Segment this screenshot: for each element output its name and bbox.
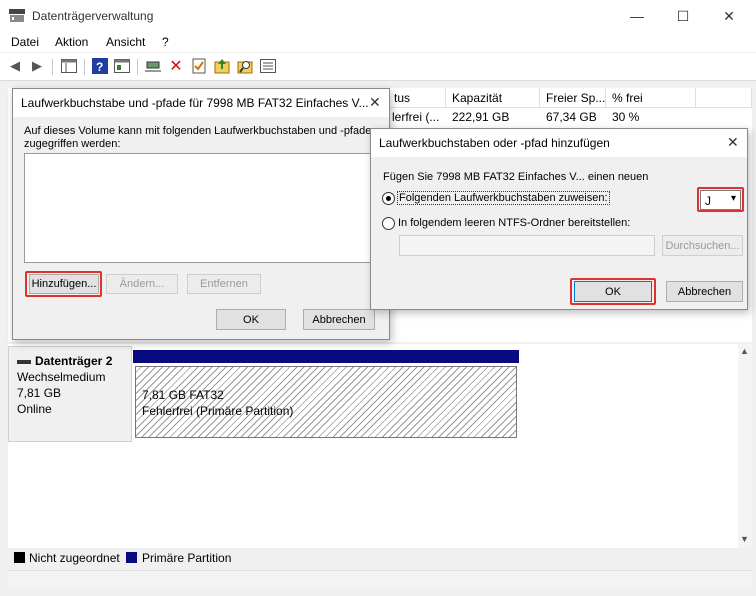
assign-letter-radio[interactable] xyxy=(382,192,395,205)
legend: Nicht zugeordnet Primäre Partition xyxy=(8,548,752,568)
maximize-button[interactable]: ☐ xyxy=(660,0,706,32)
dialog2-cancel-button[interactable]: Abbrechen xyxy=(666,281,743,302)
browse-button[interactable]: Durchsuchen... xyxy=(662,235,743,256)
cell-free-space[interactable]: 67,34 GB xyxy=(546,110,597,124)
properties-icon[interactable] xyxy=(113,57,131,75)
menu-view[interactable]: Ansicht xyxy=(106,35,145,49)
legend-primary: Primäre Partition xyxy=(142,551,232,565)
dialog2-intro: Fügen Sie 7998 MB FAT32 Einfaches V... e… xyxy=(383,171,649,183)
legend-swatch-unallocated xyxy=(14,552,25,563)
dialog1-title: Laufwerkbuchstabe und -pfade für 7998 MB… xyxy=(13,89,389,117)
dialog1-description-line1: Auf dieses Volume kann mit folgenden Lau… xyxy=(24,125,378,137)
forward-icon[interactable]: ▶ xyxy=(28,57,46,75)
change-button[interactable]: Ändern... xyxy=(106,274,178,294)
delete-icon[interactable]: ✕ xyxy=(167,57,185,75)
drive-letter-highlight xyxy=(697,187,744,212)
drive-letter-list[interactable] xyxy=(24,153,378,263)
vertical-scrollbar[interactable]: ▲ ▼ xyxy=(738,344,752,548)
partition-header-bar xyxy=(133,350,519,363)
dialog1-cancel-button[interactable]: Abbrechen xyxy=(303,309,375,330)
scroll-down-icon[interactable]: ▼ xyxy=(740,534,749,544)
ntfs-folder-label[interactable]: In folgendem leeren NTFS-Ordner bereitst… xyxy=(398,217,630,229)
ntfs-folder-path-input[interactable] xyxy=(399,235,655,256)
add-button-highlight xyxy=(25,271,102,297)
menu-file[interactable]: Datei xyxy=(11,35,39,49)
cell-percent-free[interactable]: 30 % xyxy=(612,110,639,124)
disk-marker-icon xyxy=(17,359,31,364)
column-empty xyxy=(696,88,752,108)
dialog1-close-icon[interactable]: ✕ xyxy=(369,94,381,111)
add-drive-letter-dialog: Laufwerkbuchstaben oder -pfad hinzufügen… xyxy=(370,128,748,310)
partition-block[interactable]: 7,81 GB FAT32 Fehlerfrei (Primäre Partit… xyxy=(135,366,517,438)
svg-text:?: ? xyxy=(96,60,103,74)
cell-status[interactable]: lerfrei (... xyxy=(392,110,439,124)
toolbar-separator xyxy=(137,59,138,75)
horizontal-scrollbar[interactable] xyxy=(8,570,752,588)
toolbar-separator xyxy=(52,59,53,75)
ok-button-highlight xyxy=(570,278,656,305)
dialog1-ok-button[interactable]: OK xyxy=(216,309,286,330)
column-status[interactable]: tus xyxy=(388,88,446,108)
column-capacity[interactable]: Kapazität xyxy=(446,88,540,108)
settings-list-icon[interactable] xyxy=(259,57,277,75)
legend-swatch-primary xyxy=(126,552,137,563)
dialog1-description: Auf dieses Volume kann mit folgenden Lau… xyxy=(24,125,384,151)
disk-management-icon xyxy=(9,9,25,22)
window-title: Datenträgerverwaltung xyxy=(32,9,154,23)
menu-action[interactable]: Aktion xyxy=(55,35,88,49)
console-tree-icon[interactable] xyxy=(60,57,78,75)
disk-status: Online xyxy=(17,402,52,416)
menu-help[interactable]: ? xyxy=(162,35,169,49)
toolbar-separator xyxy=(84,59,85,75)
column-free-space[interactable]: Freier Sp... xyxy=(540,88,606,108)
search-icon[interactable] xyxy=(236,57,254,75)
toolbar: ◀ ▶ ? ✕ xyxy=(0,53,756,81)
scroll-up-icon[interactable]: ▲ xyxy=(740,346,749,356)
cell-capacity[interactable]: 222,91 GB xyxy=(452,110,509,124)
help-icon[interactable]: ? xyxy=(91,57,109,75)
column-percent-free[interactable]: % frei xyxy=(606,88,696,108)
minimize-button[interactable]: — xyxy=(614,0,660,32)
remove-button[interactable]: Entfernen xyxy=(187,274,261,294)
check-icon[interactable] xyxy=(190,57,208,75)
partition-status: Fehlerfrei (Primäre Partition) xyxy=(142,404,294,418)
legend-unallocated: Nicht zugeordnet xyxy=(29,551,120,565)
disk-type: Wechselmedium xyxy=(17,370,106,384)
dialog1-description-line2: zugegriffen werden: xyxy=(24,138,121,150)
disk-info[interactable]: Datenträger 2 Wechselmedium 7,81 GB Onli… xyxy=(8,346,132,442)
menu-bar: Datei Aktion Ansicht ? xyxy=(0,32,756,52)
dialog2-title: Laufwerkbuchstaben oder -pfad hinzufügen xyxy=(371,129,747,157)
drive-letter-paths-dialog: Laufwerkbuchstabe und -pfade für 7998 MB… xyxy=(12,88,390,340)
title-bar: Datenträgerverwaltung — ☐ ✕ xyxy=(0,0,756,32)
back-icon[interactable]: ◀ xyxy=(6,57,24,75)
ntfs-folder-radio[interactable] xyxy=(382,217,395,230)
assign-letter-label[interactable]: Folgenden Laufwerkbuchstaben zuweisen: xyxy=(397,191,610,205)
import-icon[interactable] xyxy=(213,57,231,75)
disk-name: Datenträger 2 xyxy=(35,354,113,368)
close-button[interactable]: ✕ xyxy=(706,0,752,32)
connect-icon[interactable] xyxy=(144,57,162,75)
partition-size: 7,81 GB FAT32 xyxy=(142,388,224,402)
dialog2-close-icon[interactable]: ✕ xyxy=(727,134,739,151)
disk-size: 7,81 GB xyxy=(17,386,62,400)
